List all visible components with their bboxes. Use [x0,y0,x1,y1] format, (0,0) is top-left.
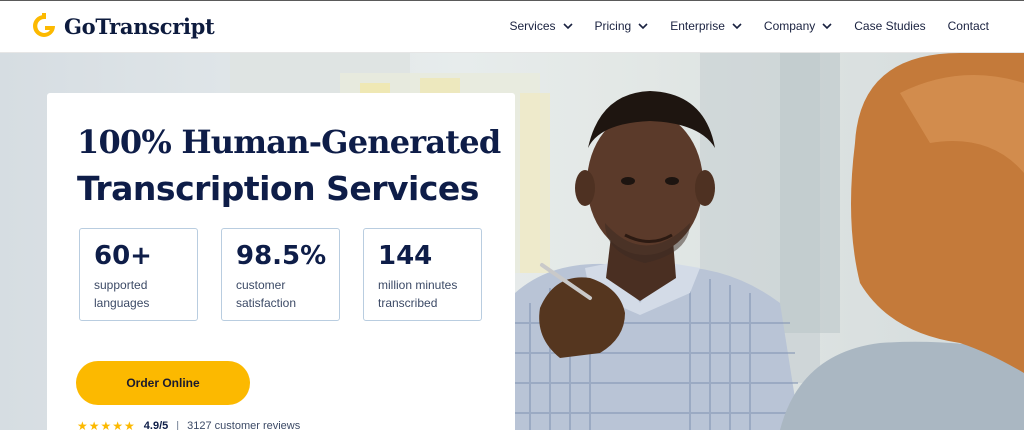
chevron-down-icon [562,22,573,29]
nav-item-company[interactable]: Company [764,19,832,33]
stat-value: 60+ [94,241,152,271]
stat-label: customer satisfaction [236,278,297,310]
rating-score: 4.9/5 [143,420,169,430]
gotranscript-logo-icon [33,13,55,37]
stat-label: supported languages [94,278,150,310]
nav-item-pricing[interactable]: Pricing [595,19,649,33]
nav-item-label: Company [763,19,816,33]
nav-item-label: Contact [947,19,989,33]
stat-value: 98.5% [236,241,327,271]
hero-headline-line2: Transcription Services [77,169,479,208]
nav-item-label: Case Studies [854,19,926,33]
star-rating-icon: ★★★★★ [77,419,136,430]
order-online-button[interactable]: Order Online [76,361,250,405]
nav-item-services[interactable]: Services [510,19,573,33]
hero-headline-line1: 100% Human-Generated [77,123,501,161]
nav-item-case-studies[interactable]: Case Studies [854,19,925,33]
chevron-down-icon [822,22,832,29]
nav-item-enterprise[interactable]: Enterprise [670,19,742,33]
stat-label: million minutes transcribed [378,278,458,310]
nav-item-label: Enterprise [670,19,725,33]
main-nav: Services Pricing Enterprise Company Case… [488,19,990,33]
chevron-down-icon [732,22,742,29]
nav-item-label: Services [509,19,556,33]
stat-value: 144 [378,241,433,271]
rating-summary[interactable]: ★★★★★ 4.9/5 | 3127 customer reviews [77,419,300,430]
nav-item-contact[interactable]: Contact [948,19,989,33]
chevron-down-icon [638,22,648,29]
review-count: 3127 customer reviews [187,420,301,430]
stat-languages: 60+ supported languages [79,228,198,321]
stat-minutes: 144 million minutes transcribed [363,228,482,321]
hero-card: 100% Human-Generated Transcription Servi… [47,93,515,430]
brand-logo[interactable]: GoTranscript [32,13,215,39]
site-header: GoTranscript Services Pricing Enterprise… [0,0,1024,53]
stat-satisfaction: 98.5% customer satisfaction [221,228,340,321]
nav-item-label: Pricing [594,19,632,33]
brand-name: GoTranscript [64,13,215,39]
rating-separator: | [176,420,180,430]
